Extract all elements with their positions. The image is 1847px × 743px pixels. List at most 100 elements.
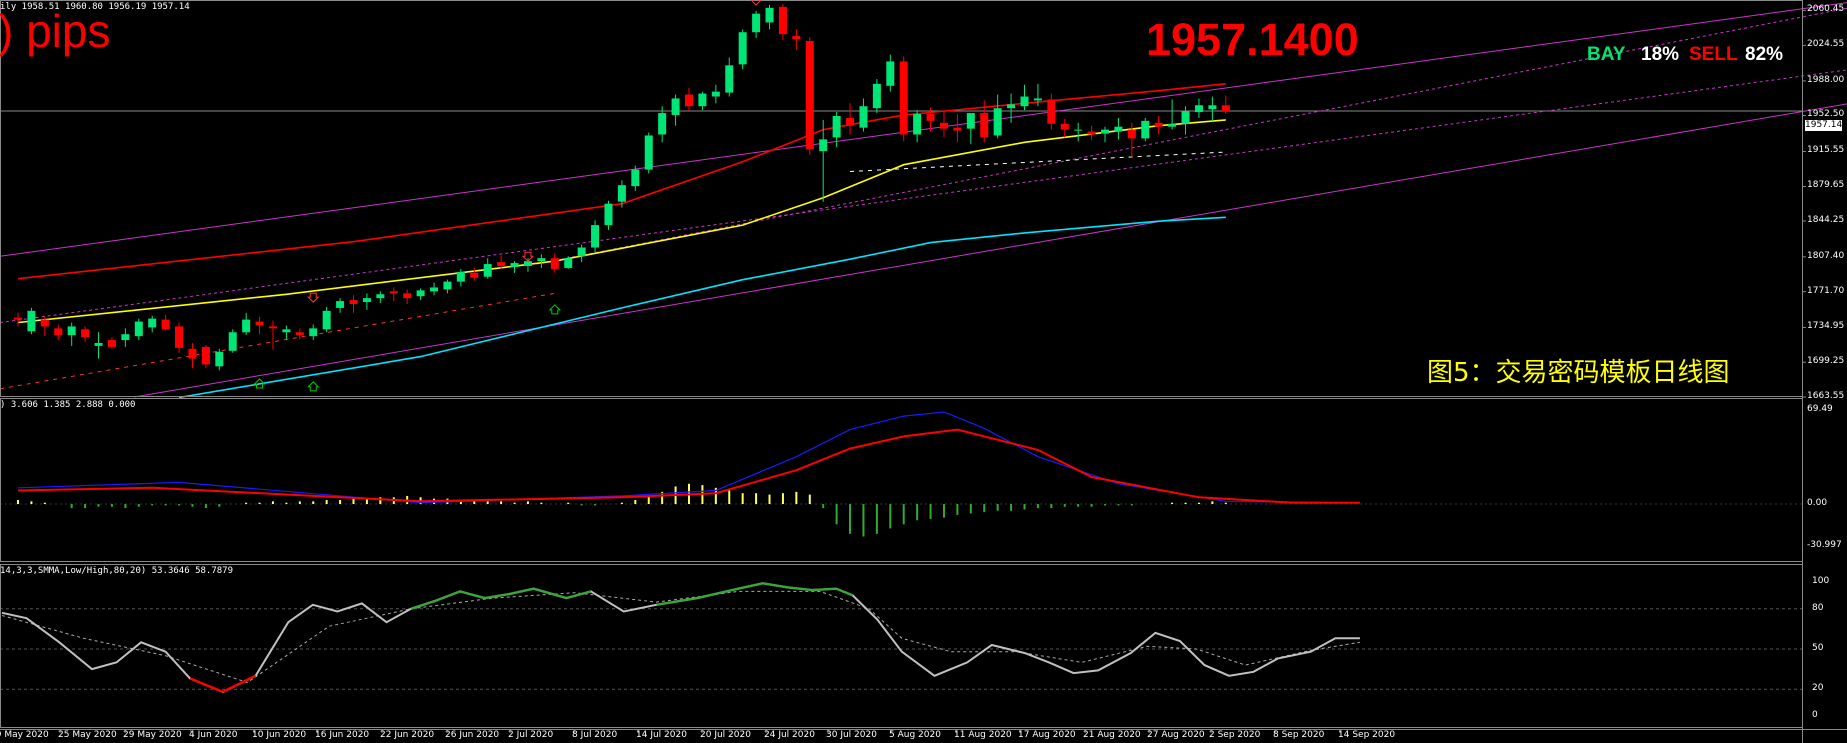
candle-body (711, 91, 720, 97)
candle-body (617, 185, 626, 202)
date-tick-label: 25 May 2020 (58, 730, 117, 740)
macd-panel-frame (0, 398, 1803, 562)
candle-body (564, 258, 573, 268)
candle-body (14, 317, 22, 320)
price-tick-label: 2024.55 (1807, 39, 1845, 50)
candle-body (725, 65, 734, 93)
bay-label: BAY (1587, 44, 1626, 65)
date-tick-label: 14 Sep 2020 (1338, 730, 1396, 740)
date-tick-label: 21 Aug 2020 (1083, 730, 1141, 740)
candle-body (430, 287, 439, 292)
date-tick-label: 27 Aug 2020 (1147, 730, 1205, 740)
price-tick-label: 1807.40 (1807, 250, 1845, 261)
candle-body (738, 32, 747, 65)
bay-percent: 18% (1641, 44, 1680, 65)
candle-body (67, 326, 76, 336)
candle-body (966, 113, 975, 129)
candle-body (1047, 99, 1056, 124)
stochastic-zone-segment (811, 587, 837, 592)
stochastic-zone-segment (222, 674, 257, 693)
candle-body (242, 319, 251, 333)
candle-body (1141, 120, 1150, 139)
price-tick-label: 2060.45 (1807, 4, 1845, 15)
big-price-label: 1957.1400 (1146, 14, 1359, 65)
candle-body (1181, 111, 1190, 124)
ma-yellow-line (17, 119, 1226, 324)
candle-body (537, 258, 546, 262)
date-tick-label: 29 May 2020 (123, 730, 182, 740)
main-panel-frame (0, 0, 1803, 397)
candle-body (671, 98, 680, 116)
candle-body (121, 334, 130, 341)
stochastic-zone-segment (189, 677, 224, 693)
date-tick-label: 24 Jul 2020 (764, 730, 815, 740)
candle-body (309, 328, 318, 337)
projection-white-dashed (850, 151, 1226, 173)
candle-body (859, 106, 868, 128)
candle-body (1127, 129, 1136, 139)
regression-channel (0, 2, 1847, 398)
stochastic-zone-segment (787, 586, 812, 592)
stochastic-tick-label: 0 (1812, 710, 1818, 720)
candle-body (403, 293, 412, 299)
candle-body (1154, 122, 1163, 127)
stochastic-zone-segment (566, 590, 592, 600)
candle-body (1087, 131, 1096, 135)
candle-body (349, 300, 358, 305)
date-tick-label: 26 Jun 2020 (445, 730, 500, 740)
candle-body (107, 340, 116, 347)
stochastic-panel-frame (0, 564, 1803, 728)
candle-body (980, 113, 989, 138)
projection-red-dashed (0, 292, 555, 390)
date-tick-label: 4 Jun 2020 (189, 730, 238, 740)
channel-mid-line (0, 69, 1847, 324)
sell-percent: 82% (1745, 44, 1784, 65)
candle-body (228, 332, 237, 351)
sell-arrow-icon (307, 292, 320, 303)
candle-body (295, 332, 304, 336)
candle-body (1007, 104, 1016, 109)
candlesticks[interactable] (14, 3, 1230, 371)
candle-body (778, 6, 787, 35)
date-tick-label: 30 Jul 2020 (826, 730, 877, 740)
candle-body (27, 310, 36, 332)
candle-body (94, 342, 103, 346)
candle-body (282, 329, 291, 333)
candle-body (362, 298, 371, 303)
candle-body (1114, 126, 1123, 132)
candle-body (456, 271, 465, 282)
candle-body (161, 319, 170, 330)
price-tick-label: 1988.00 (1807, 74, 1845, 85)
date-tick-label: 2 Sep 2020 (1209, 730, 1261, 740)
candle-body (1060, 123, 1069, 130)
date-tick-label: 10 Jun 2020 (252, 730, 307, 740)
candle-body (255, 321, 264, 326)
candle-body (510, 263, 519, 267)
macd-panel (0, 411, 1802, 537)
stochastic-zone-segment (459, 590, 485, 600)
candle-body (376, 294, 385, 299)
candle-body (81, 329, 90, 338)
candle-body (443, 281, 452, 290)
candle-body (497, 262, 506, 267)
candle-body (336, 301, 345, 308)
candle-body (752, 13, 761, 33)
figure-caption: 图5：交易密码模板日线图 (1427, 358, 1730, 388)
candle-body (698, 93, 707, 107)
candle-body (40, 319, 49, 327)
price-tick-label: 1844.25 (1807, 214, 1845, 225)
candle-body (604, 203, 613, 226)
candle-body (631, 169, 640, 187)
price-tick-label: 1771.70 (1807, 285, 1845, 296)
candle-body (993, 108, 1002, 136)
candle-body (792, 36, 801, 40)
candle-body (148, 318, 157, 328)
buy-arrow-icon (548, 304, 562, 315)
candle-body (134, 321, 143, 337)
price-tick-label: 1915.55 (1807, 145, 1845, 156)
date-tick-label: 11 Aug 2020 (954, 730, 1012, 740)
price-tick-label: 1734.95 (1807, 321, 1845, 332)
macd-tick-label: -30.997 (1807, 540, 1842, 550)
date-tick-label: 20 Jul 2020 (700, 730, 751, 740)
candle-body (886, 61, 895, 86)
